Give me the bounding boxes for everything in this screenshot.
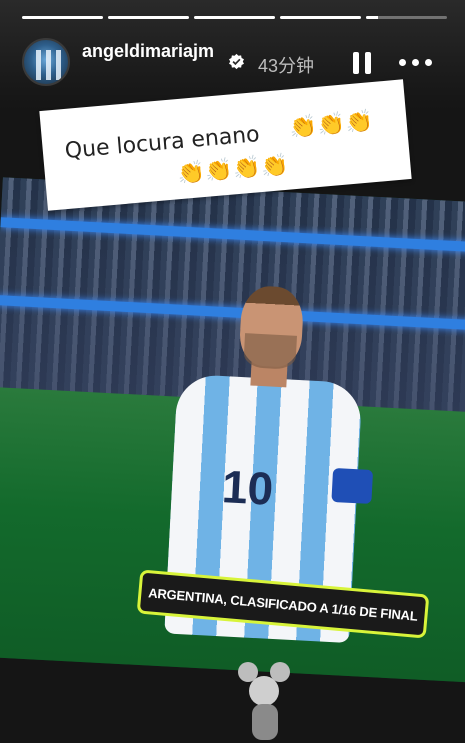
time-ago: 43分钟 [258, 56, 315, 76]
clap-emoji: 👏 [288, 112, 319, 141]
captain-armband [331, 467, 374, 504]
pause-icon[interactable] [352, 52, 372, 74]
clap-emoji: 👏 [259, 151, 290, 179]
clap-emoji: 👏 [176, 158, 206, 187]
clap-emoji: 👏 [316, 110, 347, 138]
story-viewer[interactable]: 10 ARGENTINA, CLASIFICADO A 1/16 DE FINA… [0, 0, 465, 743]
beard [243, 333, 298, 370]
progress-segment [108, 16, 189, 19]
progress-segment [280, 16, 361, 19]
story-progress [22, 16, 447, 19]
username[interactable]: angeldimariajm [82, 40, 232, 62]
clap-emoji: 👏 [232, 154, 262, 182]
progress-segment [22, 16, 103, 19]
verified-badge-icon [229, 53, 244, 70]
progress-segment [366, 16, 447, 19]
progress-segment [194, 16, 275, 19]
clap-emoji: 👏 [344, 108, 374, 136]
avatar-icon[interactable] [22, 38, 70, 86]
more-icon[interactable] [399, 59, 433, 67]
clap-emoji: 👏 [204, 156, 234, 184]
mickey-sticker-icon [236, 662, 306, 742]
jersey-number: 10 [220, 460, 275, 515]
